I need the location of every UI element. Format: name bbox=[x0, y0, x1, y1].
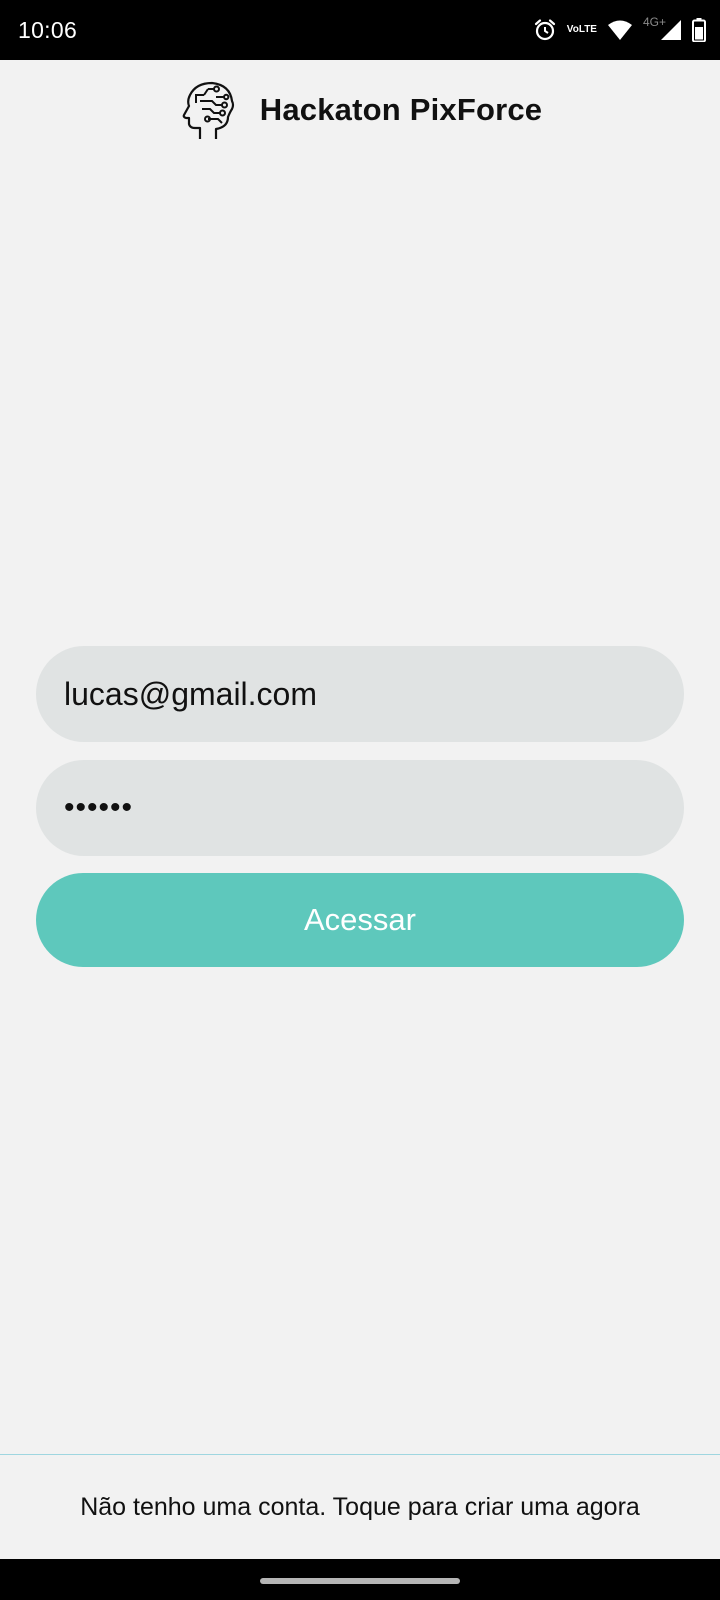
home-gesture-handle[interactable] bbox=[260, 1578, 460, 1584]
login-screen: 10:06 Vo LTE 4G+ Hackaton PixForce lucas… bbox=[0, 0, 720, 1600]
status-bar: 10:06 Vo LTE 4G+ bbox=[0, 0, 720, 60]
alarm-icon bbox=[533, 18, 557, 42]
signal-icon: 4G+ bbox=[643, 15, 682, 41]
email-field[interactable] bbox=[36, 646, 684, 742]
battery-icon bbox=[692, 18, 706, 42]
network-type-label: 4G+ bbox=[642, 15, 666, 29]
password-field[interactable] bbox=[36, 760, 684, 856]
email-input[interactable] bbox=[62, 674, 658, 714]
volte-top-label: Vo bbox=[566, 24, 579, 35]
volte-bottom-label: LTE bbox=[578, 24, 597, 35]
brain-circuit-head-icon bbox=[182, 81, 234, 139]
password-input[interactable] bbox=[62, 790, 658, 826]
status-time: 10:06 bbox=[18, 17, 78, 43]
app-title: Hackaton PixForce bbox=[259, 92, 543, 127]
volte-icon: Vo LTE bbox=[567, 25, 597, 35]
access-button[interactable]: Acessar bbox=[36, 873, 684, 967]
status-icons: Vo LTE 4G+ bbox=[533, 15, 706, 44]
create-account-link[interactable]: Não tenho uma conta. Toque para criar um… bbox=[80, 1493, 640, 1522]
app-header: Hackaton PixForce bbox=[0, 78, 720, 142]
wifi-icon bbox=[607, 19, 633, 41]
signup-footer: Não tenho uma conta. Toque para criar um… bbox=[0, 1454, 720, 1559]
system-nav-bar bbox=[0, 1559, 720, 1600]
